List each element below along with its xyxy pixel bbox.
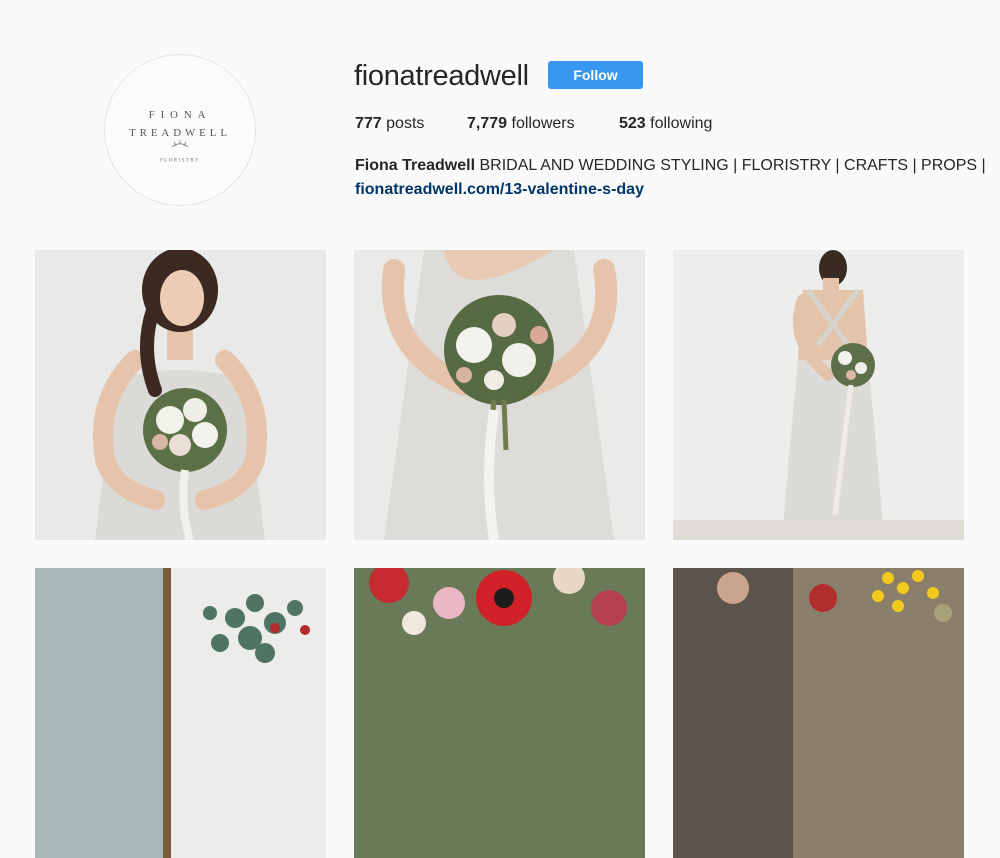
bouquet-photo-image [354, 250, 645, 540]
bio-full-name: Fiona Treadwell [355, 157, 476, 174]
post-thumbnail[interactable] [35, 250, 326, 540]
followers-count: 7,779 [467, 115, 508, 132]
posts-count: 777 [355, 115, 382, 132]
following-stat[interactable]: 523 following [619, 114, 712, 134]
post-thumbnail[interactable] [354, 568, 645, 858]
followers-stat[interactable]: 7,779 followers [467, 114, 575, 134]
followers-label: followers [511, 115, 575, 132]
following-count: 523 [619, 115, 646, 132]
follow-button[interactable]: Follow [548, 61, 643, 89]
post-thumbnail[interactable] [673, 568, 964, 858]
bride-photo-image [35, 250, 326, 540]
post-thumbnail[interactable] [35, 568, 326, 858]
svg-text:FLORISTRY: FLORISTRY [160, 159, 200, 164]
svg-text:TREADWELL: TREADWELL [129, 127, 231, 139]
florist-stall-photo-image [673, 568, 964, 858]
anemones-photo-image [354, 568, 645, 858]
bio-text: BRIDAL AND WEDDING STYLING | FLORISTRY |… [475, 157, 986, 174]
fiona-treadwell-logo: FIONA TREADWELL FLORISTRY [105, 55, 255, 205]
profile-bio: Fiona Treadwell BRIDAL AND WEDDING STYLI… [355, 154, 986, 202]
profile-username: fionatreadwell [354, 60, 529, 92]
svg-text:FIONA: FIONA [149, 109, 212, 121]
post-thumbnail[interactable] [354, 250, 645, 540]
post-thumbnail[interactable] [673, 250, 964, 540]
posts-stat[interactable]: 777 posts [355, 114, 424, 134]
bride-back-photo-image [673, 250, 964, 540]
following-label: following [650, 115, 713, 132]
eucalyptus-photo-image [35, 568, 326, 858]
posts-label: posts [386, 115, 425, 132]
bio-link[interactable]: fionatreadwell.com/13-valentine-s-day [355, 178, 986, 202]
profile-avatar[interactable]: FIONA TREADWELL FLORISTRY [104, 54, 256, 206]
